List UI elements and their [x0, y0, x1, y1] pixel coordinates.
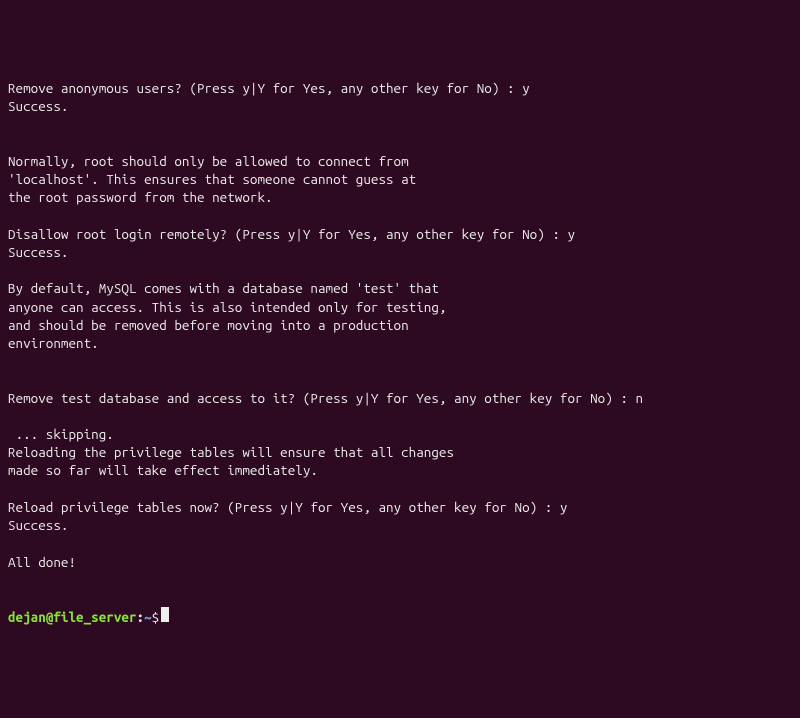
terminal-line: Success. — [8, 97, 792, 115]
terminal-line — [8, 352, 792, 370]
prompt-symbol: $ — [152, 608, 160, 626]
terminal-line — [8, 534, 792, 552]
terminal-line — [8, 480, 792, 498]
cursor-block — [161, 607, 169, 622]
terminal-line: Normally, root should only be allowed to… — [8, 152, 792, 170]
shell-prompt[interactable]: dejan@file_server:~$ — [8, 607, 792, 626]
terminal-line: By default, MySQL comes with a database … — [8, 279, 792, 297]
prompt-at: @ — [46, 608, 54, 626]
terminal-line: Remove anonymous users? (Press y|Y for Y… — [8, 79, 792, 97]
terminal-line: 'localhost'. This ensures that someone c… — [8, 170, 792, 188]
prompt-host: file_server — [53, 608, 136, 626]
prompt-user: dejan — [8, 608, 46, 626]
terminal-line: the root password from the network. — [8, 188, 792, 206]
terminal-line — [8, 206, 792, 224]
terminal-line: made so far will take effect immediately… — [8, 461, 792, 479]
terminal-line: Success. — [8, 243, 792, 261]
prompt-colon: : — [137, 608, 145, 626]
terminal-line: Reloading the privilege tables will ensu… — [8, 443, 792, 461]
terminal-line: and should be removed before moving into… — [8, 316, 792, 334]
terminal-line: All done! — [8, 553, 792, 571]
terminal-line — [8, 115, 792, 133]
terminal-line: Success. — [8, 516, 792, 534]
terminal-line: environment. — [8, 334, 792, 352]
terminal-output[interactable]: Remove anonymous users? (Press y|Y for Y… — [8, 79, 792, 571]
terminal-line — [8, 370, 792, 388]
terminal-line: Disallow root login remotely? (Press y|Y… — [8, 225, 792, 243]
terminal-line: Reload privilege tables now? (Press y|Y … — [8, 498, 792, 516]
terminal-line: anyone can access. This is also intended… — [8, 298, 792, 316]
prompt-path: ~ — [144, 608, 152, 626]
terminal-line — [8, 134, 792, 152]
terminal-line — [8, 261, 792, 279]
terminal-line: Remove test database and access to it? (… — [8, 389, 792, 407]
terminal-line — [8, 407, 792, 425]
terminal-line: ... skipping. — [8, 425, 792, 443]
